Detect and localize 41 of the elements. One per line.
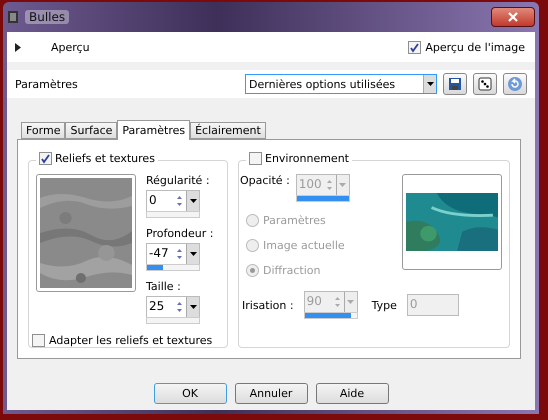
dialog-button[interactable]: Annuler <box>234 383 308 404</box>
radio-label: Diffraction <box>263 264 320 277</box>
checkbox-label: Adapter les reliefs et textures <box>49 334 212 347</box>
checkbox-label: Aperçu de l'image <box>425 40 525 54</box>
tab[interactable]: Surface <box>65 122 118 139</box>
radio-dot-icon <box>250 268 255 273</box>
dialog-button[interactable]: OK <box>154 383 226 404</box>
field-label: Paramètres <box>15 78 78 90</box>
close-button[interactable] <box>491 7 535 27</box>
save-icon[interactable] <box>443 73 467 95</box>
tab[interactable]: Éclairement <box>190 122 266 139</box>
dropdown-arrow-icon[interactable] <box>190 305 196 309</box>
window-title: Bulles <box>25 10 70 24</box>
dropdown-arrow-icon[interactable] <box>190 199 196 203</box>
dialog-button[interactable]: Aide <box>316 383 388 404</box>
close-icon <box>508 12 518 22</box>
level-track <box>146 317 200 324</box>
radio-label: Image actuelle <box>263 239 345 252</box>
field-label: Profondeur : <box>146 227 214 240</box>
field-label: Régularité : <box>146 174 211 187</box>
group-title: Reliefs et textures <box>55 152 155 165</box>
tab[interactable]: Forme <box>21 122 66 139</box>
tab[interactable]: Paramètres <box>117 120 190 140</box>
checkbox[interactable] <box>39 152 52 165</box>
radio-label: Paramètres <box>263 214 326 227</box>
checkbox[interactable] <box>408 40 422 54</box>
reset-icon[interactable] <box>503 73 527 95</box>
field-label: Opacité : <box>240 174 290 187</box>
field-label: Taille : <box>146 280 182 293</box>
app-icon <box>7 10 19 24</box>
dropdown-arrow-icon[interactable] <box>190 252 196 256</box>
field-label: Type <box>372 298 397 312</box>
dice-icon[interactable] <box>473 73 497 95</box>
section-label: Aperçu <box>51 40 90 54</box>
group-title: Environnement <box>265 152 349 165</box>
level-track <box>146 211 200 218</box>
checkbox[interactable] <box>32 334 45 347</box>
expand-icon[interactable] <box>15 42 21 52</box>
field-label: Irisation : <box>242 298 294 312</box>
preset-dropdown[interactable]: Dernières options utilisées <box>245 74 437 94</box>
dropdown-arrow-icon[interactable] <box>426 82 434 86</box>
